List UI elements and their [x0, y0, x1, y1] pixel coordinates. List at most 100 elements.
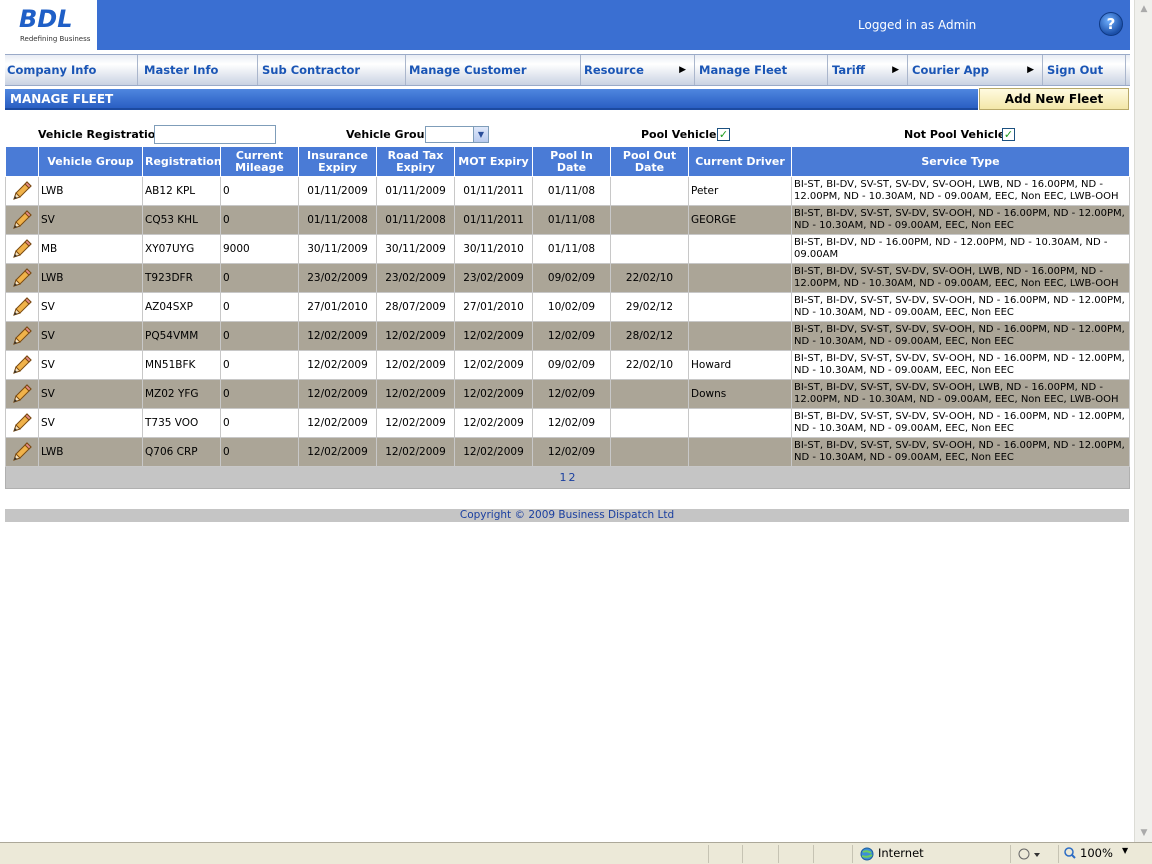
nav-item-master-info[interactable]: Master Info	[142, 55, 258, 85]
table-row: LWB T923DFR 0 23/02/2009 23/02/2009 23/02/200…	[5, 263, 1130, 293]
page-title-bar: MANAGE FLEET	[5, 89, 978, 110]
protected-mode-icon[interactable]	[1018, 848, 1040, 860]
service-type-cell: BI-ST, BI-DV, ND - 16.00PM, ND - 12.00PM…	[791, 234, 1130, 264]
mot-expiry-cell: 12/02/2009	[454, 350, 533, 380]
registration-cell: Q706 CRP	[142, 437, 221, 467]
nav-item-sign-out[interactable]: Sign Out	[1045, 55, 1126, 85]
nav-item-label: Manage Customer	[409, 63, 527, 77]
mileage-cell: 0	[220, 408, 299, 438]
road-tax-expiry-cell: 01/11/2009	[376, 176, 455, 206]
road-tax-expiry-cell: 12/02/2009	[376, 408, 455, 438]
edit-cell	[5, 379, 39, 409]
road-tax-expiry-header: Road Tax Expiry	[376, 146, 455, 177]
logged-in-status: Logged in as Admin	[858, 18, 977, 32]
mot-expiry-header: MOT Expiry	[454, 146, 533, 177]
page-link-1[interactable]: 1	[560, 471, 567, 484]
not-pool-vehicle-checkbox[interactable]: ✓	[1002, 128, 1015, 141]
logo-text: BDL	[19, 5, 73, 33]
insurance-expiry-cell: 01/11/2008	[298, 205, 377, 235]
vehicle-group-cell: SV	[38, 292, 143, 322]
pool-out-date-cell	[610, 176, 689, 206]
edit-pencil-icon[interactable]	[10, 266, 34, 290]
pool-out-date-cell	[610, 437, 689, 467]
current-driver-cell: GEORGE	[688, 205, 792, 235]
insurance-expiry-cell: 12/02/2009	[298, 379, 377, 409]
nav-item-label: Courier App	[912, 63, 989, 77]
current-driver-cell	[688, 321, 792, 351]
vehicle-registration-label: Vehicle Registration	[38, 128, 164, 141]
edit-pencil-icon[interactable]	[10, 208, 34, 232]
table-row: SV T735 VOO 0 12/02/2009 12/02/2009 12/02/200…	[5, 408, 1130, 438]
nav-item-label: Sign Out	[1047, 63, 1104, 77]
edit-pencil-icon[interactable]	[10, 179, 34, 203]
vehicle-group-cell: LWB	[38, 176, 143, 206]
current-driver-cell	[688, 408, 792, 438]
pager-row: 12	[5, 466, 1130, 489]
help-icon[interactable]: ?	[1099, 12, 1123, 36]
road-tax-expiry-cell: 30/11/2009	[376, 234, 455, 264]
edit-pencil-icon[interactable]	[10, 324, 34, 348]
mileage-cell: 0	[220, 176, 299, 206]
vertical-scrollbar[interactable]: ▲ ▼	[1134, 0, 1152, 842]
vehicle-group-cell: LWB	[38, 263, 143, 293]
edit-pencil-icon[interactable]	[10, 237, 34, 261]
edit-cell	[5, 263, 39, 293]
pool-in-date-cell: 01/11/08	[532, 205, 611, 235]
edit-pencil-icon[interactable]	[10, 411, 34, 435]
copyright-footer: Copyright © 2009 Business Dispatch Ltd	[5, 509, 1129, 522]
mot-expiry-cell: 12/02/2009	[454, 379, 533, 409]
table-row: LWB AB12 KPL 0 01/11/2009 01/11/2009 01/11/20…	[5, 176, 1130, 206]
edit-pencil-icon[interactable]	[10, 382, 34, 406]
registration-header: Registration	[142, 146, 222, 177]
insurance-expiry-cell: 12/02/2009	[298, 437, 377, 467]
current-driver-header: Current Driver	[688, 146, 792, 177]
pool-out-date-cell: 28/02/12	[610, 321, 689, 351]
edit-pencil-icon[interactable]	[10, 353, 34, 377]
page-link-2[interactable]: 2	[569, 471, 576, 484]
pool-out-date-cell	[610, 205, 689, 235]
nav-item-sub-contractor[interactable]: Sub Contractor	[260, 55, 406, 85]
pool-out-date-header: Pool Out Date	[610, 146, 689, 177]
nav-item-manage-customer[interactable]: Manage Customer	[407, 55, 581, 85]
scroll-up-icon[interactable]: ▲	[1137, 2, 1151, 16]
pool-in-date-cell: 12/02/09	[532, 408, 611, 438]
pool-out-date-cell	[610, 379, 689, 409]
vehicle-registration-input[interactable]	[154, 125, 276, 144]
nav-item-manage-fleet[interactable]: Manage Fleet	[697, 55, 828, 85]
edit-column-header	[5, 146, 39, 177]
pool-in-date-header: Pool In Date	[532, 146, 611, 177]
table-row: SV MZ02 YFG 0 12/02/2009 12/02/2009 12/02/200…	[5, 379, 1130, 409]
current-driver-cell	[688, 234, 792, 264]
vehicle-group-select[interactable]: ▼	[425, 126, 489, 143]
scroll-down-icon[interactable]: ▼	[1137, 826, 1151, 840]
nav-item-tariff[interactable]: Tariff ▶	[830, 55, 908, 85]
pool-out-date-cell	[610, 408, 689, 438]
registration-cell: XY07UYG	[142, 234, 221, 264]
nav-item-company-info[interactable]: Company Info	[5, 55, 138, 85]
current-driver-cell: Howard	[688, 350, 792, 380]
submenu-arrow-icon: ▶	[892, 65, 899, 75]
bdl-logo[interactable]: BDL Redefining Business	[5, 0, 97, 50]
chevron-down-icon[interactable]: ▼	[473, 127, 488, 142]
edit-pencil-icon[interactable]	[10, 440, 34, 464]
zoom-dropdown-icon[interactable]: ▼	[1122, 846, 1128, 855]
service-type-cell: BI-ST, BI-DV, SV-ST, SV-DV, SV-OOH, LWB,…	[791, 263, 1130, 293]
status-divider	[852, 845, 853, 863]
pool-vehicle-label: Pool Vehicle	[641, 128, 717, 141]
mot-expiry-cell: 01/11/2011	[454, 205, 533, 235]
pool-vehicle-checkbox[interactable]: ✓	[717, 128, 730, 141]
pool-in-date-cell: 01/11/08	[532, 234, 611, 264]
service-type-cell: BI-ST, BI-DV, SV-ST, SV-DV, SV-OOH, ND -…	[791, 321, 1130, 351]
nav-item-resource[interactable]: Resource ▶	[582, 55, 695, 85]
road-tax-expiry-cell: 01/11/2008	[376, 205, 455, 235]
status-divider	[742, 845, 743, 863]
zoom-level[interactable]: 100%	[1080, 846, 1113, 860]
registration-cell: AB12 KPL	[142, 176, 221, 206]
nav-item-courier-app[interactable]: Courier App ▶	[910, 55, 1043, 85]
edit-pencil-icon[interactable]	[10, 295, 34, 319]
add-new-fleet-button[interactable]: Add New Fleet	[979, 88, 1129, 110]
road-tax-expiry-cell: 28/07/2009	[376, 292, 455, 322]
edit-cell	[5, 234, 39, 264]
pool-out-date-cell: 22/02/10	[610, 350, 689, 380]
service-type-cell: BI-ST, BI-DV, SV-ST, SV-DV, SV-OOH, ND -…	[791, 292, 1130, 322]
